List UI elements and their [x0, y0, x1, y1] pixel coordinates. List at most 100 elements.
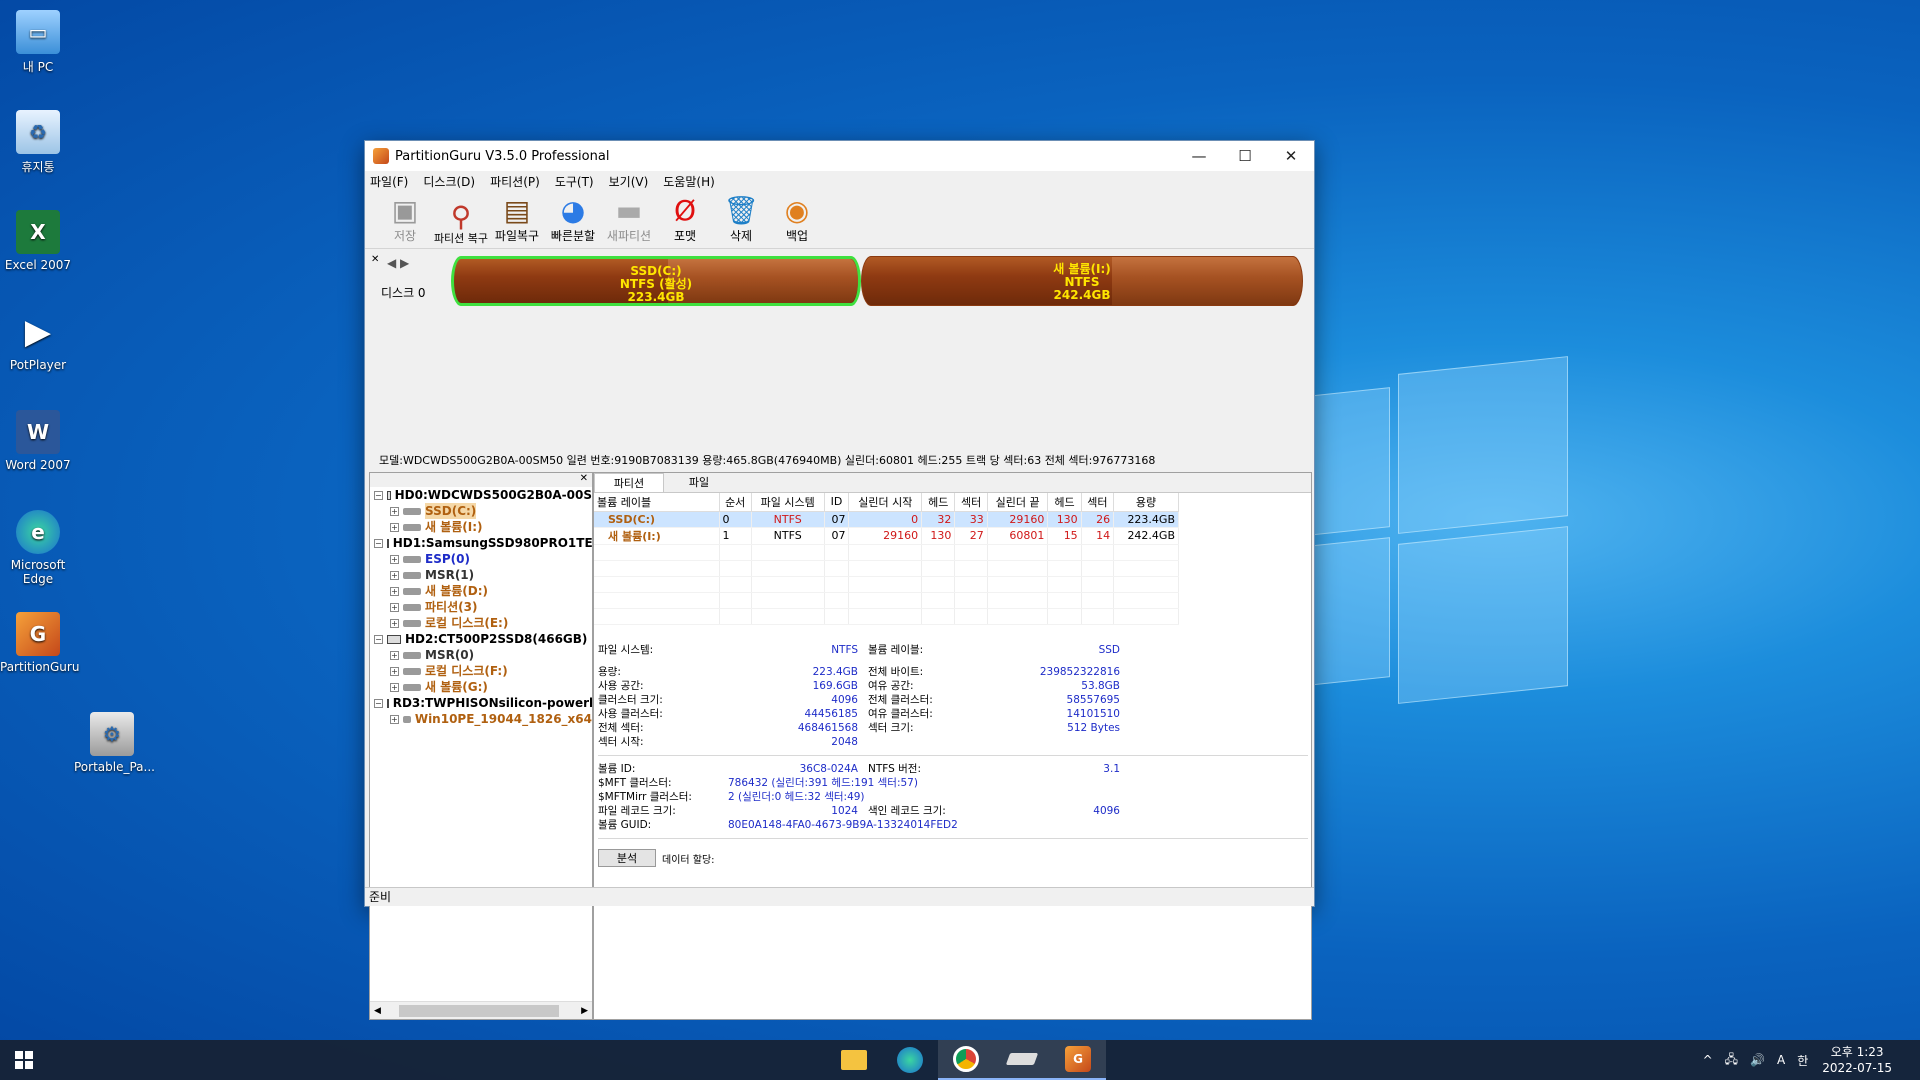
network-icon[interactable]: 🖧 [1725, 1050, 1738, 1071]
column-header[interactable]: ID [824, 493, 850, 512]
expand-icon[interactable]: + [390, 522, 399, 532]
table-row[interactable]: 새 볼륨(I:) 1 NTFS 07 29160 130 27 60801 15 14 242.4G… [594, 527, 1179, 545]
ime-indicator[interactable]: A [1777, 1053, 1785, 1067]
expand-icon[interactable]: + [390, 650, 399, 660]
desktop-icon-edge[interactable]: e Microsoft Edge [0, 510, 76, 586]
tree-partition-node[interactable]: + Win10PE_19044_1826_x64 [370, 711, 592, 727]
collapse-icon[interactable]: − [374, 538, 383, 548]
scroll-thumb[interactable] [398, 1004, 559, 1017]
delete-button[interactable]: 🗑 삭제 [713, 193, 769, 244]
scroll-right-icon[interactable]: ▶ [581, 1006, 588, 1016]
tab-files[interactable]: 파일 [664, 473, 734, 492]
expand-icon[interactable]: + [390, 570, 399, 580]
clock[interactable]: 오후 1:23 2022-07-15 [1822, 1044, 1892, 1076]
menu-view[interactable]: 보기(V) [609, 173, 649, 190]
column-header[interactable]: 헤드 [921, 493, 956, 512]
detail-label: 볼륨 GUID: [598, 819, 652, 831]
tree-partition-node[interactable]: + MSR(1) [370, 567, 592, 583]
expand-icon[interactable]: + [390, 554, 399, 564]
tree-disk-node[interactable]: − RD3:TWPHISONsilicon-powerl [370, 695, 592, 711]
column-header[interactable]: 용량 [1113, 493, 1179, 512]
partition-bar-ssd-c[interactable]: SSD(C:) NTFS (활성) 223.4GB [451, 256, 861, 306]
minimize-button[interactable]: — [1176, 141, 1222, 171]
expand-icon[interactable]: + [390, 714, 399, 724]
desktop-icon-this-pc[interactable]: ▭ 내 PC [0, 10, 76, 75]
desktop-icon-potplayer[interactable]: ▶ PotPlayer [0, 310, 76, 372]
close-icon[interactable]: ✕ [371, 254, 379, 265]
menu-help[interactable]: 도움말(H) [663, 173, 715, 190]
taskbar-chrome[interactable] [938, 1040, 994, 1080]
expand-icon[interactable]: + [390, 506, 399, 516]
chevron-up-icon[interactable]: ^ [1703, 1053, 1713, 1067]
expand-icon[interactable]: + [390, 666, 399, 676]
tab-partitions[interactable]: 파티션 [594, 473, 664, 492]
detail-label: 전체 섹터: [598, 722, 644, 734]
tree-partition-node[interactable]: + 로컬 디스크(F:) [370, 663, 592, 679]
menu-disk[interactable]: 디스크(D) [423, 173, 475, 190]
detail-value: 4096 [1093, 805, 1120, 817]
tree-rows: − HD0:WDCWDS500G2B0A-00S + SSD(C:) + 새 볼륨(I:)… [370, 487, 592, 727]
scroll-left-icon[interactable]: ◀ [374, 1006, 381, 1016]
expand-icon[interactable]: + [390, 682, 399, 692]
column-header[interactable]: 실린더 끝 [987, 493, 1049, 512]
table-row[interactable]: SSD(C:) 0 NTFS 07 0 32 33 29160 130 26 223.4GB [594, 511, 1179, 528]
new-partition-button[interactable]: ▬ 새파티션 [601, 193, 657, 244]
column-header[interactable]: 섹터 [1081, 493, 1115, 512]
volume-icon[interactable]: 🔊 [1750, 1053, 1765, 1067]
tree-disk-node[interactable]: − HD1:SamsungSSD980PRO1TE [370, 535, 592, 551]
taskbar-file-explorer[interactable] [826, 1040, 882, 1080]
taskbar-drive[interactable] [994, 1040, 1050, 1080]
quick-partition-button[interactable]: ◕ 빠른분할 [545, 193, 601, 244]
desktop-icon-partitionguru[interactable]: G PartitionGuru [0, 612, 79, 674]
collapse-icon[interactable]: − [374, 634, 383, 644]
menu-partition[interactable]: 파티션(P) [490, 173, 540, 190]
tree-disk-node[interactable]: − HD0:WDCWDS500G2B0A-00S [370, 487, 592, 503]
menu-file[interactable]: 파일(F) [370, 173, 408, 190]
detail-row: 파일 레코드 크기: 1024 색인 레코드 크기: 4096 [598, 804, 1308, 818]
desktop-icon-portable-pa[interactable]: ⚙ Portable_Pa... [74, 712, 155, 774]
tree-close-icon[interactable]: ✕ [370, 473, 592, 487]
maximize-button[interactable]: ☐ [1222, 141, 1268, 171]
close-button[interactable]: ✕ [1268, 141, 1314, 171]
backup-button[interactable]: ◉ 백업 [769, 193, 825, 244]
expand-icon[interactable]: + [390, 586, 399, 596]
desktop-icon-excel[interactable]: X Excel 2007 [0, 210, 76, 272]
tree-partition-node[interactable]: + ESP(0) [370, 551, 592, 567]
column-header[interactable]: 헤드 [1047, 493, 1082, 512]
column-header[interactable]: 순서 [719, 493, 752, 512]
partition-recovery-button[interactable]: ⚲ 파티션 복구 [433, 199, 489, 245]
partition-bar-volume-i[interactable]: 새 볼륨(I:) NTFS 242.4GB [861, 256, 1303, 306]
tree-partition-node[interactable]: + 새 볼륨(D:) [370, 583, 592, 599]
start-button[interactable] [0, 1040, 48, 1080]
menu-tools[interactable]: 도구(T) [555, 173, 594, 190]
column-header[interactable]: 실린더 시작 [848, 493, 923, 512]
expand-icon[interactable]: + [390, 602, 399, 612]
column-header[interactable]: 파일 시스템 [751, 493, 825, 512]
taskbar-partitionguru[interactable]: G [1050, 1040, 1106, 1080]
partition-icon [403, 555, 421, 563]
collapse-icon[interactable]: − [374, 490, 383, 500]
desktop-icon-recycle-bin[interactable]: ♻ 휴지통 [0, 110, 76, 175]
analyze-button[interactable]: 분석 [598, 849, 656, 867]
expand-icon[interactable]: + [390, 618, 399, 628]
disk-nav-arrows[interactable]: ◀ ▶ [387, 256, 409, 270]
tree-disk-node[interactable]: − HD2:CT500P2SSD8(466GB) [370, 631, 592, 647]
detail-value: 169.6GB [812, 680, 858, 692]
collapse-icon[interactable]: − [374, 698, 383, 708]
column-header[interactable]: 섹터 [954, 493, 988, 512]
title-bar[interactable]: PartitionGuru V3.5.0 Professional — ☐ ✕ [365, 141, 1314, 171]
column-header[interactable]: 볼륨 레이블 [594, 493, 720, 512]
tree-partition-node[interactable]: + MSR(0) [370, 647, 592, 663]
tree-partition-node[interactable]: + 파티션(3) [370, 599, 592, 615]
file-recovery-button[interactable]: ▤ 파일복구 [489, 193, 545, 244]
format-button[interactable]: Ø 포맷 [657, 193, 713, 244]
tree-partition-node[interactable]: + 새 볼륨(G:) [370, 679, 592, 695]
desktop-icon-word[interactable]: W Word 2007 [0, 410, 76, 472]
tree-horizontal-scrollbar[interactable]: ◀ ▶ [370, 1001, 592, 1019]
tree-partition-node[interactable]: + SSD(C:) [370, 503, 592, 519]
tree-partition-node[interactable]: + 새 볼륨(I:) [370, 519, 592, 535]
language-indicator[interactable]: 한 [1797, 1052, 1808, 1069]
tree-partition-node[interactable]: + 로컬 디스크(E:) [370, 615, 592, 631]
taskbar-edge[interactable] [882, 1040, 938, 1080]
save-button[interactable]: ▣ 저장 [377, 193, 433, 244]
